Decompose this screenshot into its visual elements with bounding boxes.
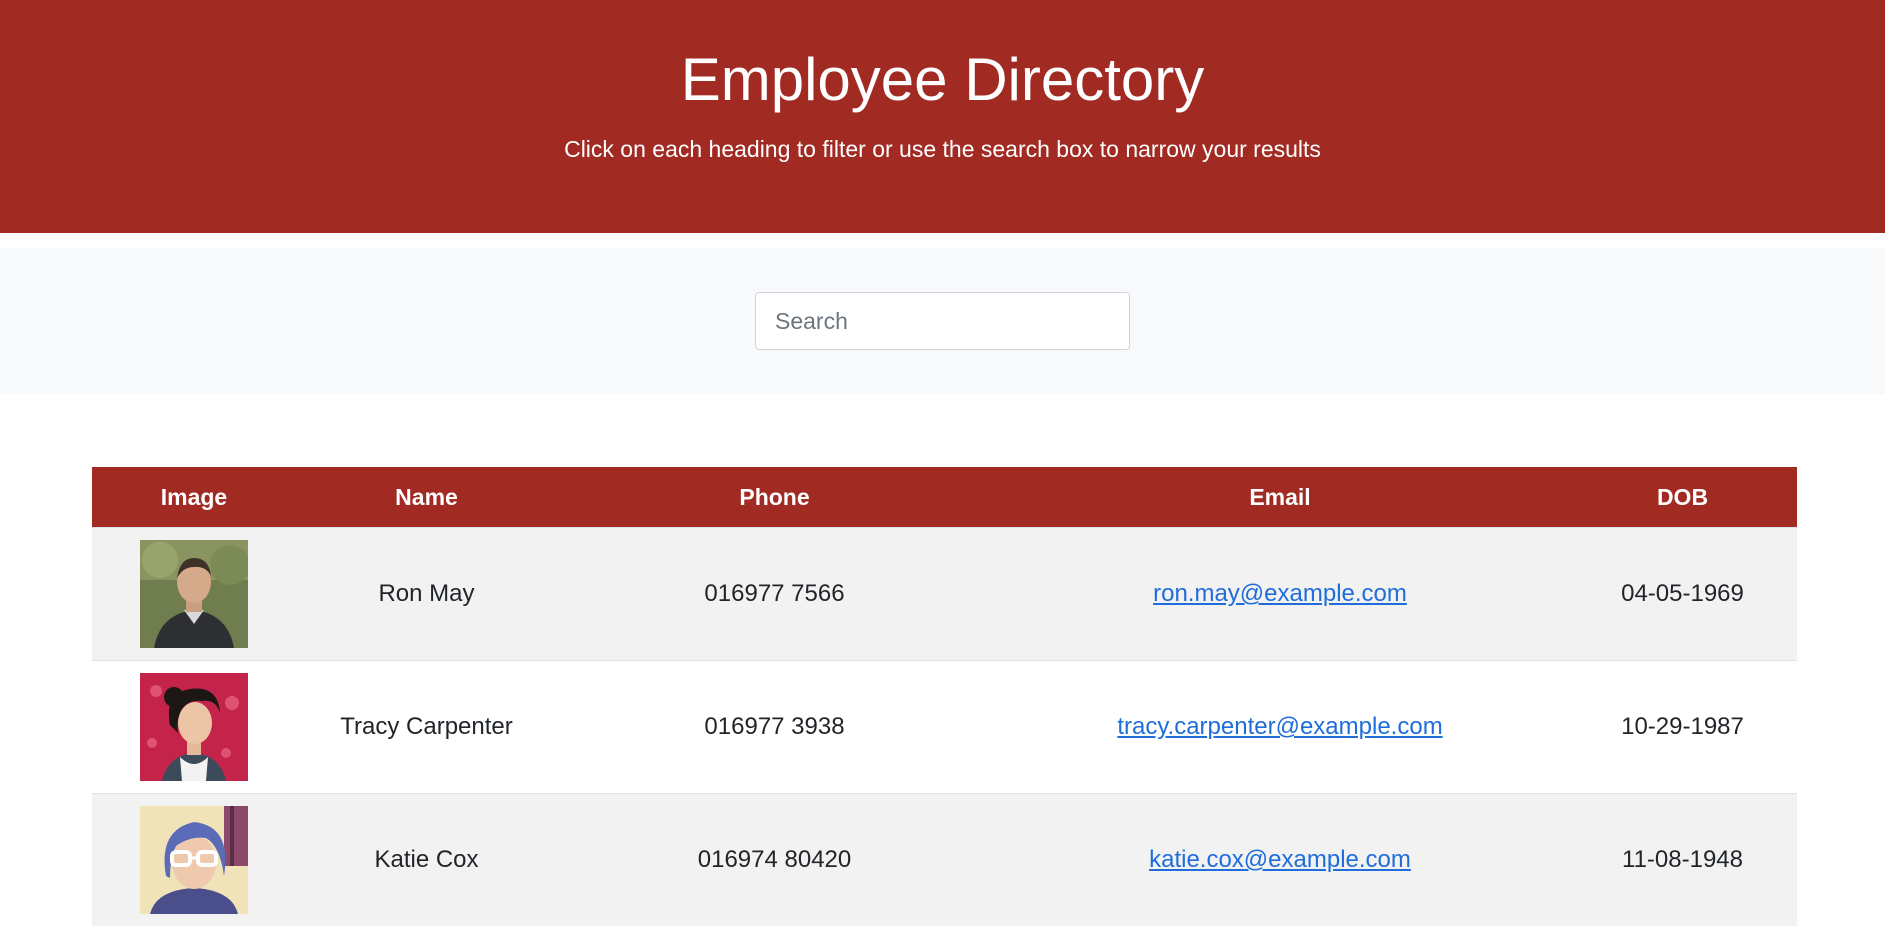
email-cell: katie.cox@example.com xyxy=(992,794,1568,926)
table-row: Tracy Carpenter 016977 3938 tracy.carpen… xyxy=(92,661,1797,794)
dob-cell: 11-08-1948 xyxy=(1568,794,1797,926)
employee-table-container: Image Name Phone Email DOB xyxy=(92,467,1797,926)
employee-avatar xyxy=(140,673,248,781)
phone-cell: 016977 3938 xyxy=(557,661,992,794)
dob-cell: 10-29-1987 xyxy=(1568,661,1797,794)
name-cell: Ron May xyxy=(296,528,557,661)
name-cell: Katie Cox xyxy=(296,794,557,926)
name-cell: Tracy Carpenter xyxy=(296,661,557,794)
column-header-phone[interactable]: Phone xyxy=(557,467,992,528)
column-header-dob[interactable]: DOB xyxy=(1568,467,1797,528)
image-cell xyxy=(92,528,296,661)
column-header-image[interactable]: Image xyxy=(92,467,296,528)
dob-cell: 04-05-1969 xyxy=(1568,528,1797,661)
search-bar xyxy=(0,248,1885,394)
email-link[interactable]: katie.cox@example.com xyxy=(1149,846,1411,873)
image-cell xyxy=(92,794,296,926)
table-header-row: Image Name Phone Email DOB xyxy=(92,467,1797,528)
page-subtitle: Click on each heading to filter or use t… xyxy=(0,134,1885,164)
column-header-email[interactable]: Email xyxy=(992,467,1568,528)
column-header-name[interactable]: Name xyxy=(296,467,557,528)
page-title: Employee Directory xyxy=(0,44,1885,116)
image-cell xyxy=(92,661,296,794)
employee-avatar xyxy=(140,806,248,914)
search-input[interactable] xyxy=(755,292,1130,350)
email-cell: tracy.carpenter@example.com xyxy=(992,661,1568,794)
employee-avatar xyxy=(140,540,248,648)
email-link[interactable]: ron.may@example.com xyxy=(1153,580,1407,607)
page-header: Employee Directory Click on each heading… xyxy=(0,0,1885,233)
table-row: Katie Cox 016974 80420 katie.cox@example… xyxy=(92,794,1797,926)
table-row: Ron May 016977 7566 ron.may@example.com … xyxy=(92,528,1797,661)
email-cell: ron.may@example.com xyxy=(992,528,1568,661)
phone-cell: 016977 7566 xyxy=(557,528,992,661)
employee-table: Image Name Phone Email DOB xyxy=(92,467,1797,926)
phone-cell: 016974 80420 xyxy=(557,794,992,926)
email-link[interactable]: tracy.carpenter@example.com xyxy=(1117,713,1442,740)
